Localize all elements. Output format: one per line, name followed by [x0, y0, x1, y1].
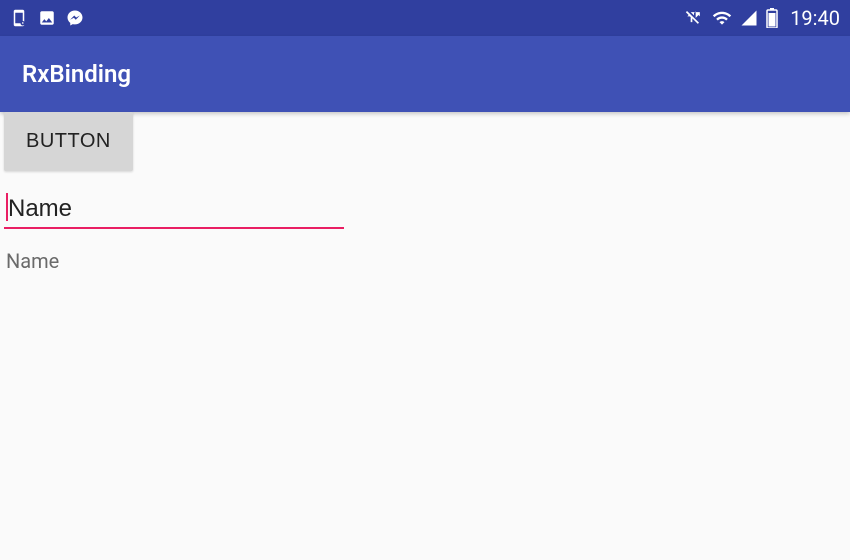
text-caret — [6, 193, 8, 221]
button[interactable]: BUTTON — [4, 112, 133, 171]
main-content: BUTTON Name — [0, 112, 850, 275]
name-output-text: Name — [0, 247, 850, 275]
android-status-bar: 19:40 — [0, 0, 850, 36]
clock-text: 19:40 — [790, 6, 840, 30]
name-field-wrap — [4, 189, 344, 229]
vibrate-mute-icon — [684, 8, 704, 28]
wifi-icon — [712, 8, 732, 28]
app-title: RxBinding — [22, 60, 131, 88]
messenger-icon — [66, 9, 84, 27]
signal-icon — [740, 9, 758, 27]
phone-lock-icon — [10, 9, 28, 27]
image-icon — [38, 9, 56, 27]
app-bar: RxBinding — [0, 36, 850, 112]
name-input[interactable] — [4, 189, 344, 229]
battery-icon — [766, 8, 778, 28]
